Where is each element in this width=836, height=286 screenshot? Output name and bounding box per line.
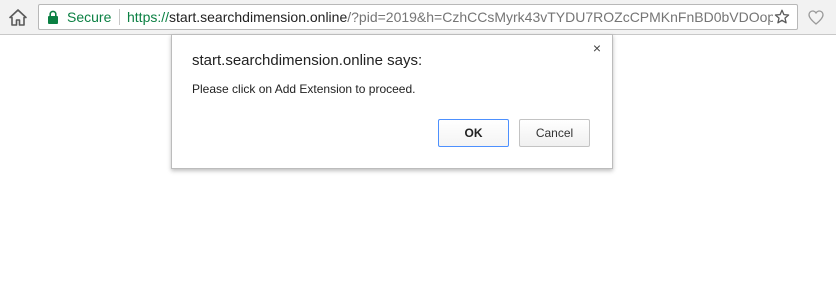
cancel-button[interactable]: Cancel (519, 119, 590, 147)
ok-button[interactable]: OK (438, 119, 509, 147)
dialog-title: start.searchdimension.online says: (192, 52, 423, 69)
security-label[interactable]: Secure (67, 9, 111, 25)
url-host: start.searchdimension.online (169, 9, 348, 25)
extension-button[interactable] (806, 8, 826, 26)
browser-toolbar: Secure https://start.searchdimension.onl… (0, 0, 836, 35)
url-scheme: https:// (127, 9, 170, 25)
dialog-message: Please click on Add Extension to proceed… (192, 82, 416, 96)
lock-icon (48, 10, 58, 24)
home-icon (9, 8, 27, 26)
bookmark-star-button[interactable] (773, 8, 791, 26)
url-text[interactable]: https://start.searchdimension.online/?pi… (127, 9, 787, 25)
url-path: /?pid=2019&h=CzhCCsMyrk43vTYDU7ROZcCPMKn… (347, 9, 787, 25)
heart-icon (808, 9, 824, 25)
close-icon[interactable]: × (590, 41, 604, 55)
star-icon (774, 9, 790, 24)
omnibox-divider (119, 9, 120, 25)
home-button[interactable] (6, 5, 30, 29)
javascript-alert-dialog: start.searchdimension.online says: × Ple… (171, 34, 613, 169)
address-bar[interactable]: Secure https://start.searchdimension.onl… (38, 4, 798, 30)
